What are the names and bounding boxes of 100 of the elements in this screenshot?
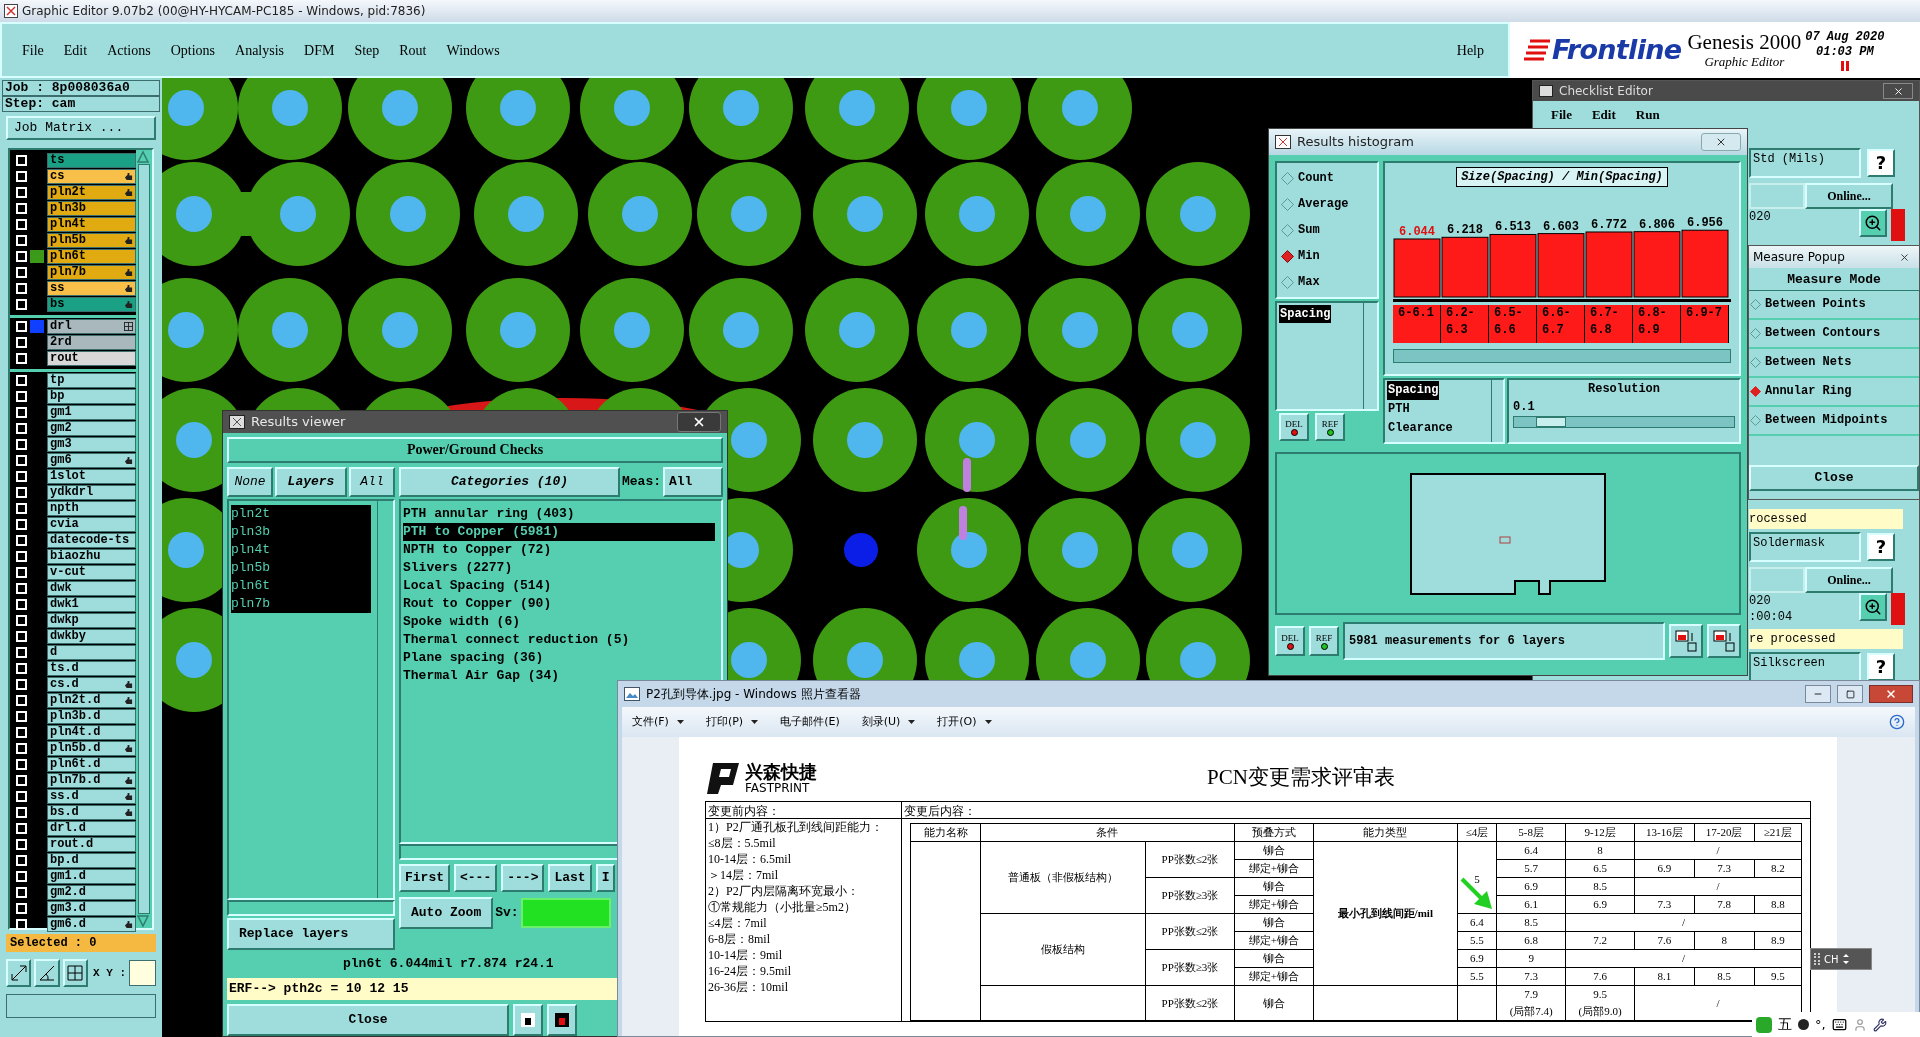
menu-item[interactable]: Actions (107, 39, 151, 61)
layer-checkbox[interactable] (16, 598, 27, 610)
category-item[interactable]: Local Spacing (514) (403, 577, 715, 595)
layer-item[interactable]: gm1 (47, 404, 136, 420)
menu-item[interactable]: Edit (1591, 105, 1616, 125)
layer-checkbox[interactable] (16, 870, 27, 882)
layer-checkbox[interactable] (16, 774, 27, 786)
layer-item[interactable]: pln2t (47, 184, 136, 200)
layer-checkbox[interactable] (16, 534, 27, 546)
layers-button[interactable]: Layers (275, 467, 347, 497)
category-item[interactable]: PTH to Copper (5981) (403, 523, 715, 541)
close-button[interactable]: Close (227, 1004, 509, 1036)
layer-item[interactable]: cs (47, 168, 136, 184)
layer-checkbox[interactable] (16, 582, 27, 594)
layer-checkbox[interactable] (16, 438, 27, 450)
coordinate-field[interactable] (129, 960, 156, 986)
layer-checkbox[interactable] (16, 406, 27, 418)
layer-item[interactable]: biaozhu (47, 548, 136, 564)
category-item[interactable]: Spoke width (6) (403, 613, 715, 631)
layer-checkbox[interactable] (16, 646, 27, 658)
layer-list-item[interactable]: pln2t (231, 504, 371, 523)
measure-tool-button[interactable] (34, 959, 60, 987)
layer-checkbox[interactable] (16, 886, 27, 898)
zoom-button[interactable] (1859, 209, 1887, 237)
menu-item[interactable]: File (22, 39, 44, 61)
categories-button[interactable]: Categories (10) (399, 467, 620, 497)
select-button[interactable]: None (227, 467, 273, 497)
menu-item[interactable]: DFM (304, 39, 335, 61)
radio-button[interactable] (1281, 223, 1294, 237)
layer-item[interactable]: gm3.d (47, 900, 136, 916)
layer-checkbox[interactable] (16, 486, 27, 498)
replace-layers-menu[interactable]: Replace layers (227, 918, 395, 950)
layer-checkbox[interactable] (16, 726, 27, 738)
layer-checkbox[interactable] (16, 710, 27, 722)
layer-checkbox[interactable] (16, 694, 27, 706)
online-button[interactable]: Online... (1805, 183, 1893, 209)
layer-checkbox[interactable] (16, 390, 27, 402)
layer-item[interactable]: cvia (47, 516, 136, 532)
delete-button[interactable]: DEL (1275, 626, 1305, 656)
layer-checkbox[interactable] (16, 758, 27, 770)
layer-item[interactable]: rout (47, 350, 136, 366)
menu-button[interactable]: 文件(F) (632, 713, 684, 731)
job-matrix-button[interactable]: Job Matrix ... (6, 116, 156, 140)
export-button[interactable] (1669, 624, 1703, 658)
layer-item[interactable]: pln5b (47, 232, 136, 248)
layer-checkbox[interactable] (16, 854, 27, 866)
layer-item[interactable]: drl.d (47, 820, 136, 836)
layer-item[interactable]: gm2.d (47, 884, 136, 900)
layer-item[interactable]: gm6.d (47, 916, 136, 932)
slider-thumb[interactable] (1536, 417, 1566, 427)
layer-item[interactable]: gm3 (47, 436, 136, 452)
layer-checkbox[interactable] (16, 422, 27, 434)
layer-item[interactable]: pln3b.d (47, 708, 136, 724)
menu-item[interactable]: Run (1635, 105, 1660, 125)
select-button[interactable]: All (349, 467, 395, 497)
radio-button[interactable] (1281, 249, 1294, 263)
help-icon[interactable] (1889, 714, 1905, 730)
layer-item[interactable]: drl (47, 318, 136, 334)
nav-button[interactable]: Last (548, 864, 592, 892)
layer-item[interactable]: rout.d (47, 836, 136, 852)
layer-item[interactable]: pln4t.d (47, 724, 136, 740)
layer-checkbox[interactable] (16, 186, 27, 198)
layer-checkbox[interactable] (16, 502, 27, 514)
close-button[interactable] (1869, 685, 1913, 703)
layer-item[interactable]: ss (47, 280, 136, 296)
minimize-button[interactable] (1805, 685, 1831, 703)
radio-button[interactable] (1750, 414, 1761, 426)
layer-item[interactable]: bp.d (47, 852, 136, 868)
layer-item[interactable]: d (47, 644, 136, 660)
layer-checkbox[interactable] (16, 298, 27, 310)
scroll-down-icon[interactable] (136, 914, 150, 928)
help-button[interactable]: ? (1867, 149, 1895, 177)
help-button[interactable]: ? (1867, 533, 1895, 561)
layer-checkbox[interactable] (16, 742, 27, 754)
layer-item[interactable]: gm1.d (47, 868, 136, 884)
layer-checkbox[interactable] (16, 918, 27, 930)
menu-item[interactable]: File (1551, 105, 1572, 125)
layer-checkbox[interactable] (16, 678, 27, 690)
layer-checkbox[interactable] (16, 790, 27, 802)
layer-item[interactable]: datecode-ts (47, 532, 136, 548)
layer-checkbox[interactable] (16, 320, 27, 332)
menu-item[interactable]: Edit (63, 39, 88, 61)
layer-item[interactable]: pln4t (47, 216, 136, 232)
menu-item[interactable]: Windows (446, 39, 500, 61)
layer-item[interactable]: gm2 (47, 420, 136, 436)
menu-item[interactable]: Rout (399, 39, 427, 61)
measure-list-item[interactable]: Spacing (1279, 305, 1332, 323)
layer-checkbox[interactable] (16, 374, 27, 386)
layer-checkbox[interactable] (16, 806, 27, 818)
layer-item[interactable]: ydkdrl (47, 484, 136, 500)
radio-button[interactable] (1750, 298, 1761, 310)
layer-item[interactable]: tp (47, 372, 136, 388)
category-item[interactable]: Thermal Air Gap (34) (403, 667, 715, 685)
tool-button[interactable] (547, 1004, 577, 1036)
menu-button[interactable]: 打印(P) (705, 713, 759, 731)
zoom-button[interactable] (1859, 593, 1887, 621)
scroll-up-icon[interactable] (136, 150, 150, 164)
layer-item[interactable]: pln6t.d (47, 756, 136, 772)
measure-mode-option[interactable]: Between Midpoints (1765, 411, 1888, 429)
category-item[interactable]: Plane spacing (36) (403, 649, 715, 667)
